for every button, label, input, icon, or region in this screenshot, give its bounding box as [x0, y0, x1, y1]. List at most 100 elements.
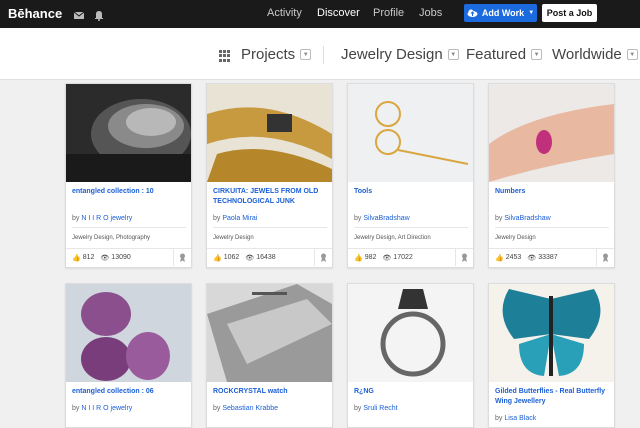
eye-icon: 👁 [382, 254, 392, 262]
project-stats: 👍 812 👁 13090 [66, 248, 191, 266]
behance-logo[interactable]: Bēhance [8, 6, 62, 21]
project-thumbnail[interactable] [348, 84, 473, 182]
divider [72, 227, 186, 228]
project-fields: Jewelry Design, Photography [72, 235, 151, 241]
grid-icon[interactable] [219, 50, 231, 62]
project-title[interactable]: Gilded Butterflies - Real Butterfly Wing… [495, 387, 609, 407]
project-thumbnail[interactable] [207, 284, 332, 382]
divider [495, 227, 609, 228]
project-card[interactable]: Gilded Butterflies - Real Butterfly Wing… [488, 283, 615, 428]
owner-link[interactable]: SilvaBradshaw [504, 215, 550, 222]
owner-link[interactable]: N I I R O jewelry [81, 405, 132, 412]
cloud-upload-icon [467, 9, 478, 17]
owner-link[interactable]: Paola Mirai [222, 215, 257, 222]
location-filter[interactable]: Worldwide ▼ [552, 46, 638, 63]
project-owner: by N I I R O jewelry [72, 405, 133, 412]
top-bar: Bēhance Activity Discover Profile Jobs A… [0, 0, 640, 28]
owner-link[interactable]: Sruli Recht [363, 405, 397, 412]
post-job-button[interactable]: Post a Job [542, 4, 597, 22]
project-title[interactable]: entangled collection : 06 [72, 387, 186, 397]
thumbs-up-icon: 👍 [72, 254, 81, 262]
project-thumbnail[interactable] [66, 284, 191, 382]
divider [213, 227, 327, 228]
chevron-down-icon: ▼ [528, 10, 535, 16]
add-work-button[interactable]: Add Work ▼ [464, 4, 537, 22]
sort-filter-label: Featured [466, 46, 527, 63]
appreciation-count: 1062 [223, 254, 240, 261]
appreciation-count: 812 [82, 254, 95, 261]
project-thumbnail[interactable] [489, 84, 614, 182]
owner-link[interactable]: Sebastian Krabbe [222, 405, 278, 412]
project-stats: 👍 2453 👁 33387 [489, 248, 614, 266]
project-thumbnail[interactable] [66, 84, 191, 182]
appreciation-count: 2453 [505, 254, 522, 261]
eye-icon: 👁 [100, 254, 110, 262]
eye-icon: 👁 [527, 254, 537, 262]
project-title[interactable]: R¿NG [354, 387, 468, 397]
view-count: 13090 [111, 254, 131, 261]
project-thumbnail[interactable] [348, 284, 473, 382]
owner-link[interactable]: SilvaBradshaw [363, 215, 409, 222]
nav-activity[interactable]: Activity [267, 7, 302, 19]
project-owner: by SilvaBradshaw [495, 215, 551, 222]
nav-discover[interactable]: Discover [317, 7, 360, 19]
project-title[interactable]: ROCKCRYSTAL watch [213, 387, 327, 397]
thumbs-up-icon: 👍 [213, 254, 222, 262]
project-thumbnail[interactable] [207, 84, 332, 182]
category-filter-label: Jewelry Design [341, 46, 443, 63]
projects-filter[interactable]: Projects ▼ [241, 46, 312, 63]
nav-profile[interactable]: Profile [373, 7, 404, 19]
view-count: 17022 [393, 254, 413, 261]
location-filter-label: Worldwide [552, 46, 622, 63]
project-thumbnail[interactable] [489, 284, 614, 382]
mail-icon[interactable] [73, 8, 85, 20]
ribbon-icon[interactable] [455, 249, 473, 266]
project-title[interactable]: Numbers [495, 187, 609, 197]
project-owner: by Sruli Recht [354, 405, 398, 412]
chevron-down-icon: ▼ [531, 49, 543, 60]
project-owner: by N I I R O jewelry [72, 215, 133, 222]
project-stats: 👍 1062 👁 16438 [207, 248, 332, 266]
add-work-label: Add Work [481, 8, 525, 18]
owner-link[interactable]: Lisa Black [504, 415, 536, 422]
project-fields: Jewelry Design [495, 235, 536, 241]
project-owner: by Paola Mirai [213, 215, 258, 222]
project-title[interactable]: Tools [354, 187, 468, 197]
chevron-down-icon: ▼ [300, 49, 312, 60]
project-stats: 👍 982 👁 17022 [348, 248, 473, 266]
project-fields: Jewelry Design, Art Direction [354, 235, 431, 241]
nav-jobs[interactable]: Jobs [419, 7, 442, 19]
project-card[interactable]: entangled collection : 10 by N I I R O j… [65, 83, 192, 268]
project-card[interactable]: R¿NG by Sruli Recht [347, 283, 474, 428]
appreciation-count: 982 [364, 254, 377, 261]
thumbs-up-icon: 👍 [495, 254, 504, 262]
chevron-down-icon: ▼ [447, 49, 459, 60]
project-card[interactable]: ROCKCRYSTAL watch by Sebastian Krabbe [206, 283, 333, 428]
chevron-down-icon: ▼ [626, 49, 638, 60]
project-fields: Jewelry Design [213, 235, 254, 241]
category-filter[interactable]: Jewelry Design ▼ [341, 46, 459, 63]
project-card[interactable]: Numbers by SilvaBradshaw Jewelry Design … [488, 83, 615, 268]
project-title[interactable]: CIRKUITA: JEWELS FROM OLD TECHNOLOGICAL … [213, 187, 327, 207]
divider [323, 46, 324, 64]
project-title[interactable]: entangled collection : 10 [72, 187, 186, 197]
ribbon-icon[interactable] [314, 249, 332, 266]
owner-link[interactable]: N I I R O jewelry [81, 215, 132, 222]
project-card[interactable]: CIRKUITA: JEWELS FROM OLD TECHNOLOGICAL … [206, 83, 333, 268]
filter-bar: Projects ▼ Jewelry Design ▼ Featured ▼ W… [0, 28, 640, 80]
projects-filter-label: Projects [241, 46, 296, 63]
project-card[interactable]: entangled collection : 06 by N I I R O j… [65, 283, 192, 428]
ribbon-icon[interactable] [596, 249, 614, 266]
project-owner: by Sebastian Krabbe [213, 405, 279, 412]
project-card[interactable]: Tools by SilvaBradshaw Jewelry Design, A… [347, 83, 474, 268]
project-owner: by Lisa Black [495, 415, 537, 422]
ribbon-icon[interactable] [173, 249, 191, 266]
project-owner: by SilvaBradshaw [354, 215, 410, 222]
eye-icon: 👁 [245, 254, 255, 262]
divider [354, 227, 468, 228]
view-count: 33387 [538, 254, 558, 261]
thumbs-up-icon: 👍 [354, 254, 363, 262]
bell-icon[interactable] [93, 8, 105, 21]
view-count: 16438 [256, 254, 276, 261]
sort-filter[interactable]: Featured ▼ [466, 46, 543, 63]
